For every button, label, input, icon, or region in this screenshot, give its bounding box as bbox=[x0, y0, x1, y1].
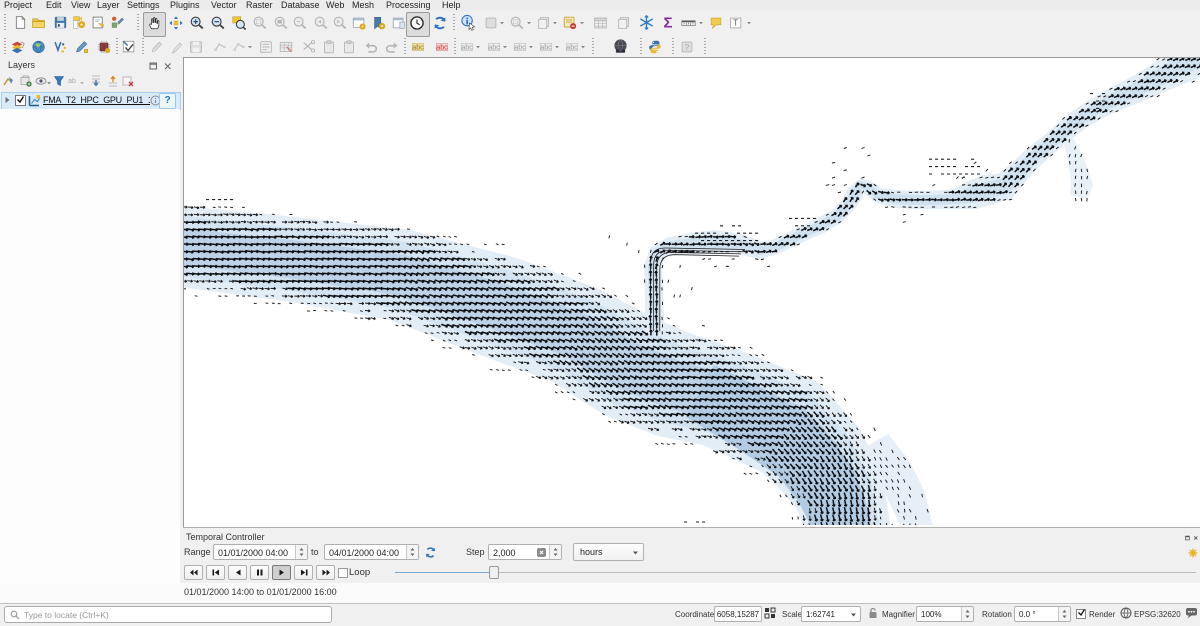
svg-text:abc: abc bbox=[461, 44, 473, 52]
svg-text:ab: ab bbox=[68, 78, 76, 85]
svg-text:T: T bbox=[733, 19, 738, 28]
svg-text:abc: abc bbox=[540, 44, 552, 52]
svg-text:abc: abc bbox=[566, 44, 578, 52]
svg-text:abc: abc bbox=[412, 44, 424, 52]
svg-text:?: ? bbox=[685, 43, 690, 52]
svg-text:abc: abc bbox=[488, 44, 500, 52]
svg-text:Σ: Σ bbox=[663, 15, 672, 32]
svg-text:abc: abc bbox=[436, 44, 448, 52]
svg-text:abc: abc bbox=[514, 44, 526, 52]
